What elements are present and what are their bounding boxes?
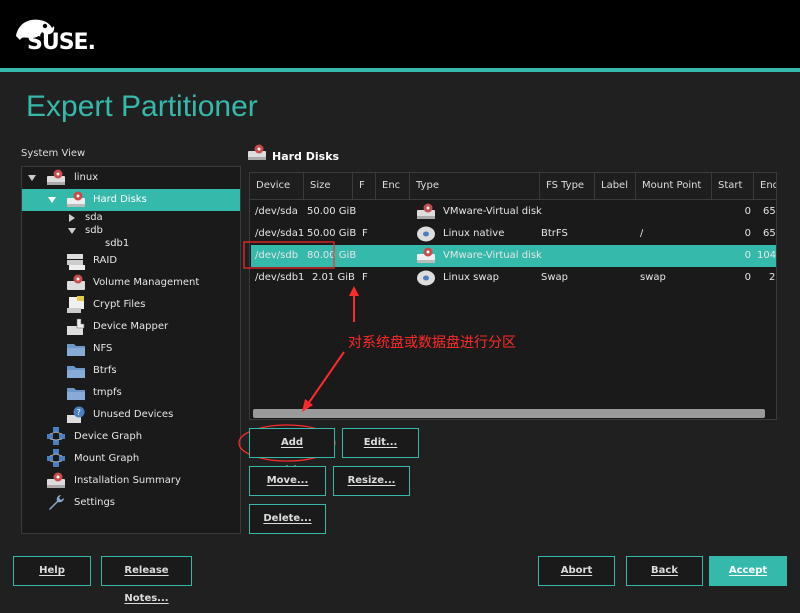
tree-item-sdb[interactable]: sdb [22,224,240,238]
cell-size: 50.00 GiB [307,206,357,217]
resize-button[interactable]: Resize... [333,466,410,496]
tree-item-label: Mount Graph [74,453,140,464]
hard-disk-icon [47,472,65,488]
hard-disk-icon [417,203,435,219]
raid-icon [67,254,85,270]
column-header-f[interactable]: F [353,173,376,199]
tree-item-nfs[interactable]: NFS [22,338,240,360]
abort-button[interactable]: Abort [538,556,615,586]
tree-item-tmpfs[interactable]: tmpfs [22,382,240,404]
accept-button[interactable]: Accept [709,556,787,586]
volume-management-icon [67,274,85,290]
help-button[interactable]: Help [13,556,91,586]
column-header-label[interactable]: Label [595,173,636,199]
hard-disk-icon [67,191,85,207]
tree-item-label: Installation Summary [74,475,181,486]
cell-type: VMware-Virtual disk [443,206,542,217]
tree-item-label: NFS [93,343,113,354]
tree-item-label: sda [85,212,103,223]
tree-item-raid[interactable]: RAID [22,250,240,272]
unused-devices-icon: ? [67,406,85,423]
tree-item-sda[interactable]: sda [22,211,240,225]
tree-item-device-graph[interactable]: Device Graph [22,426,240,448]
column-header-type[interactable]: Type [410,173,540,199]
tree-item-mount-graph[interactable]: Mount Graph [22,448,240,470]
column-header-start[interactable]: Start [712,173,754,199]
column-header-device[interactable]: Device [250,173,304,199]
header-divider [250,199,776,200]
folder-icon [67,388,85,400]
cell-device: /dev/sda [255,206,298,217]
tree-item-volume-management[interactable]: Volume Management [22,272,240,294]
edit-button[interactable]: Edit... [342,428,419,458]
cell-start: 0 [744,250,751,261]
add-partition-button[interactable]: Add Partition... [249,428,335,476]
folder-icon [67,344,85,356]
cell-end: 26 [769,272,776,283]
expand-arrow-icon[interactable] [69,214,75,222]
tree-item-label: Crypt Files [93,299,146,310]
top-accent-line [0,68,800,72]
tree-item-label: tmpfs [93,387,122,398]
cell-start: 0 [744,206,751,217]
top-bar [0,0,800,68]
hard-disk-icon [248,144,266,160]
page-title: Expert Partitioner [26,90,258,123]
column-header-enc[interactable]: Enc [376,173,410,199]
tree-item-label: Device Mapper [93,321,169,332]
delete-button[interactable]: Delete... [249,504,326,534]
tree-item-label: Btrfs [93,365,117,376]
move-button[interactable]: Move... [249,466,326,496]
wrench-icon [49,495,64,510]
tree-item-settings[interactable]: Settings [22,492,240,514]
tree-item-device-mapper[interactable]: Device Mapper [22,316,240,338]
column-header-end[interactable]: End [754,173,776,199]
tree-item-label: Volume Management [93,277,200,288]
tree-item-label: sdb [85,225,103,236]
device-mapper-icon [67,318,85,335]
tree-item-linux[interactable]: linux [22,167,240,189]
hard-disk-icon [47,169,65,185]
cell-start: 0 [744,228,751,239]
svg-text:?: ? [77,408,81,417]
column-header-mount-point[interactable]: Mount Point [636,173,712,199]
hard-disks-title: Hard Disks [272,150,340,163]
cell-start: 0 [744,272,751,283]
cell-mount-point: / [640,228,644,239]
release-notes-button[interactable]: Release Notes... [101,556,192,604]
tree-item-label: RAID [93,255,118,266]
tree-item-installation-summary[interactable]: Installation Summary [22,470,240,492]
cell-end: 652 [763,206,776,217]
cell-end: 652 [763,228,776,239]
tree-item-btrfs[interactable]: Btrfs [22,360,240,382]
system-view-tree[interactable]: linux Hard Disks sda sdb sdb1 RAID Volum… [21,166,241,534]
cell-end: 1044 [757,250,777,261]
table-row[interactable]: /dev/sda 50.00 GiB VMware-Virtual disk 0… [251,201,776,223]
column-header-size[interactable]: Size [304,173,353,199]
folder-icon [67,366,85,378]
graph-icon [47,449,65,467]
tree-item-label: Unused Devices [93,409,174,420]
expand-arrow-icon[interactable] [28,175,36,181]
column-header-fs-type[interactable]: FS Type [540,173,595,199]
crypt-files-icon [67,296,84,313]
tree-item-label: Hard Disks [93,194,147,205]
expand-arrow-icon[interactable] [48,197,56,203]
tree-item-label: linux [74,172,99,183]
tree-item-label: Device Graph [74,431,143,442]
tree-item-label: sdb1 [105,238,130,249]
graph-icon [47,427,65,445]
suse-logo-text: SUSE. [27,30,96,55]
back-button[interactable]: Back [626,556,703,586]
annotation-text: 对系统盘或数据盘进行分区 [348,335,516,351]
tree-item-sdb1[interactable]: sdb1 [22,237,240,251]
cell-mount-point: swap [640,272,666,283]
tree-item-label: Settings [74,497,116,508]
expand-arrow-icon[interactable] [68,228,76,234]
tree-item-crypt-files[interactable]: Crypt Files [22,294,240,316]
system-view-label: System View [21,148,86,159]
tree-item-hard-disks[interactable]: Hard Disks [22,189,240,211]
tree-item-unused-devices[interactable]: ? Unused Devices [22,404,240,426]
